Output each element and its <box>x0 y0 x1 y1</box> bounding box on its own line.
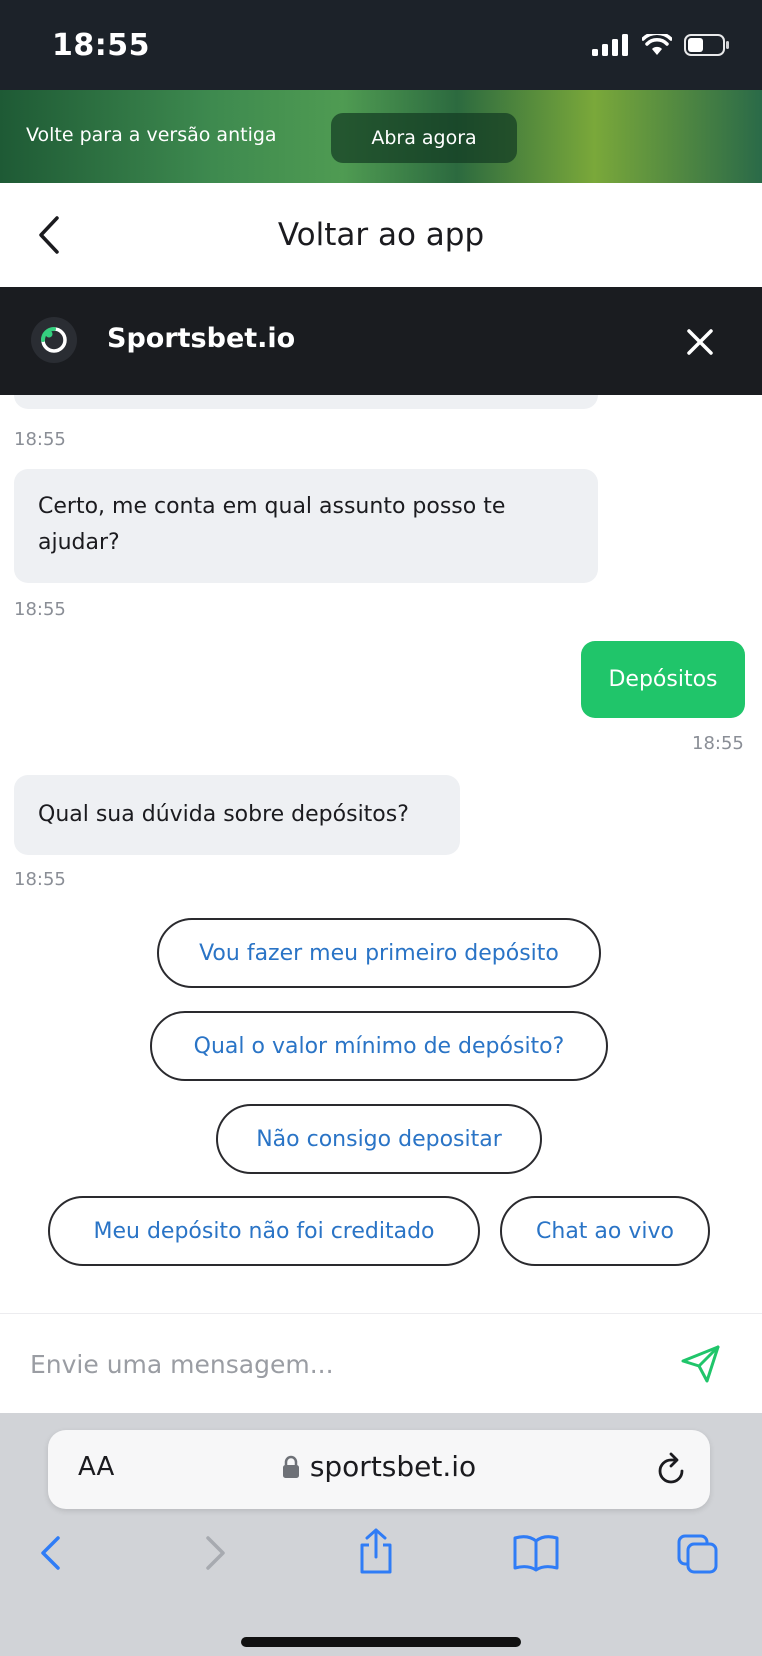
message-time: 18:55 <box>14 599 66 620</box>
battery-icon <box>684 34 729 56</box>
browser-bar: AA sportsbet.io <box>0 1413 762 1656</box>
sportsbet-logo-icon <box>31 317 77 363</box>
address-bar[interactable]: AA sportsbet.io <box>48 1430 710 1509</box>
message-time: 18:55 <box>14 429 66 450</box>
status-time: 18:55 <box>52 28 150 63</box>
message-time: 18:55 <box>692 733 744 754</box>
message-bubble-agent <box>14 395 598 409</box>
browser-toolbar <box>0 1528 762 1613</box>
quick-reply-live-chat[interactable]: Chat ao vivo <box>500 1196 710 1266</box>
quick-reply-min-deposit[interactable]: Qual o valor mínimo de depósito? <box>150 1011 608 1081</box>
lock-icon <box>282 1455 299 1478</box>
message-input[interactable] <box>30 1338 650 1390</box>
chat-header: Sportsbet.io <box>0 287 762 395</box>
nav-header: Voltar ao app <box>0 183 762 287</box>
reload-icon[interactable] <box>656 1452 686 1486</box>
banner-text: Volte para a versão antiga <box>26 124 277 146</box>
quick-reply-not-credited[interactable]: Meu depósito não foi creditado <box>48 1196 480 1266</box>
share-icon[interactable] <box>356 1527 396 1575</box>
quick-reply-first-deposit[interactable]: Vou fazer meu primeiro depósito <box>157 918 601 988</box>
bookmarks-icon[interactable] <box>512 1533 560 1573</box>
browser-forward-icon[interactable] <box>200 1533 230 1573</box>
signal-icon <box>592 34 628 56</box>
tabs-icon[interactable] <box>676 1533 720 1575</box>
wifi-icon <box>642 34 672 55</box>
message-bubble-agent: Qual sua dúvida sobre depósitos? <box>14 775 460 855</box>
message-time: 18:55 <box>14 869 66 890</box>
status-icons <box>592 34 730 56</box>
send-icon[interactable] <box>680 1344 722 1384</box>
chat-title: Sportsbet.io <box>107 323 296 354</box>
message-bubble-user: Depósitos <box>581 641 745 718</box>
url-display: sportsbet.io <box>48 1450 710 1483</box>
message-bubble-agent: Certo, me conta em qual assunto posso te… <box>14 469 598 583</box>
legacy-version-banner: Volte para a versão antiga Abra agora <box>0 90 762 183</box>
composer <box>0 1313 762 1413</box>
quick-reply-cannot-deposit[interactable]: Não consigo depositar <box>216 1104 542 1174</box>
open-now-button[interactable]: Abra agora <box>331 113 517 163</box>
close-icon[interactable] <box>684 326 716 358</box>
message-list[interactable]: 18:55 Certo, me conta em qual assunto po… <box>0 395 762 1313</box>
url-text: sportsbet.io <box>309 1450 477 1483</box>
browser-back-icon[interactable] <box>36 1533 66 1573</box>
home-indicator[interactable] <box>241 1637 521 1647</box>
status-bar: 18:55 <box>0 0 762 90</box>
page-title: Voltar ao app <box>277 217 485 253</box>
